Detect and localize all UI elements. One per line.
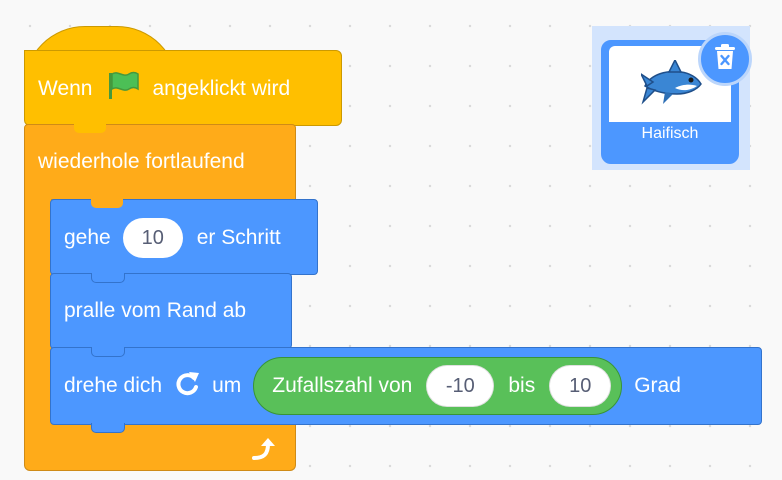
loop-arrow-icon: [250, 436, 280, 467]
turn-block[interactable]: drehe dich um Zufallszahl von -10 bis 10…: [50, 347, 762, 433]
move-label-before: gehe: [64, 226, 111, 249]
turn-block-notch: [91, 347, 125, 357]
hat-block-content: Wenn angeklickt wird: [38, 71, 291, 107]
random-label: Zufallszahl von: [272, 374, 413, 397]
shark-icon: [639, 58, 705, 113]
turn-label-before: drehe dich: [64, 374, 163, 397]
random-connector: bis: [508, 374, 536, 397]
turn-block-content: drehe dich um Zufallszahl von -10 bis 10…: [64, 357, 681, 415]
green-flag-icon: [106, 71, 140, 107]
trash-icon: [712, 43, 738, 76]
forever-top-notch: [74, 124, 106, 133]
bounce-block[interactable]: pralle vom Rand ab: [50, 273, 292, 349]
hat-label-before: Wenn: [38, 77, 93, 100]
move-steps-block[interactable]: gehe 10 er Schritt: [50, 199, 318, 275]
turn-label-after: Grad: [634, 374, 681, 397]
move-block-content: gehe 10 er Schritt: [64, 218, 281, 258]
delete-sprite-button[interactable]: [698, 32, 752, 86]
sprite-name: Haifisch: [641, 125, 699, 142]
random-from-input[interactable]: -10: [426, 365, 495, 407]
move-steps-input[interactable]: 10: [122, 218, 183, 258]
forever-block-content: wiederhole fortlaufend: [38, 147, 245, 177]
rotate-clockwise-icon: [174, 369, 202, 403]
move-label-after: er Schritt: [196, 226, 281, 249]
random-to-input[interactable]: 10: [549, 365, 612, 407]
move-block-notch: [91, 199, 123, 208]
random-number-reporter[interactable]: Zufallszahl von -10 bis 10: [253, 357, 623, 415]
hat-label-after: angeklickt wird: [152, 77, 291, 100]
turn-label-middle: um: [212, 374, 242, 397]
bounce-block-content: pralle vom Rand ab: [64, 296, 246, 326]
forever-block-arm: [24, 197, 51, 423]
forever-label: wiederhole fortlaufend: [38, 150, 245, 173]
bounce-block-notch: [91, 273, 125, 283]
turn-block-bottom-notch: [91, 423, 125, 433]
bounce-label: pralle vom Rand ab: [64, 299, 247, 322]
